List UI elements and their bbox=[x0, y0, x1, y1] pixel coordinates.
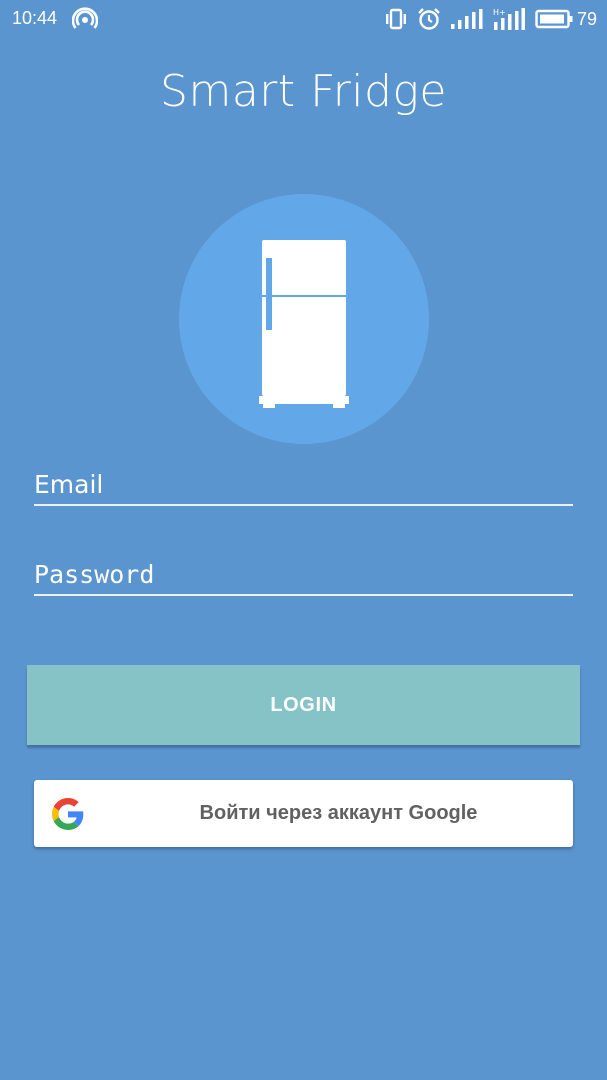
app-title: Smart Fridge bbox=[160, 66, 447, 117]
hotspot-icon bbox=[72, 7, 98, 29]
email-field bbox=[34, 464, 573, 506]
email-input[interactable] bbox=[34, 464, 573, 504]
password-field bbox=[34, 554, 573, 596]
svg-text:H+: H+ bbox=[493, 8, 506, 17]
fridge-icon bbox=[259, 240, 349, 408]
google-signin-button[interactable]: Войти через аккаунт Google bbox=[34, 780, 573, 847]
alarm-icon bbox=[418, 8, 440, 30]
status-icons: H+ 79 bbox=[385, 6, 597, 32]
status-time: 10:44 bbox=[12, 8, 58, 28]
signal-hplus-icon: H+ bbox=[493, 8, 525, 30]
google-signin-label: Войти через аккаунт Google bbox=[199, 802, 478, 824]
battery-level: 79 bbox=[576, 8, 597, 29]
login-button[interactable]: LOGIN bbox=[27, 665, 580, 745]
battery-icon bbox=[535, 9, 573, 29]
vibrate-icon bbox=[385, 8, 406, 30]
app-logo bbox=[179, 194, 429, 444]
password-input[interactable] bbox=[34, 554, 573, 594]
signal-icon bbox=[450, 9, 483, 29]
status-bar: 10:44 H+ 79 bbox=[0, 0, 607, 38]
